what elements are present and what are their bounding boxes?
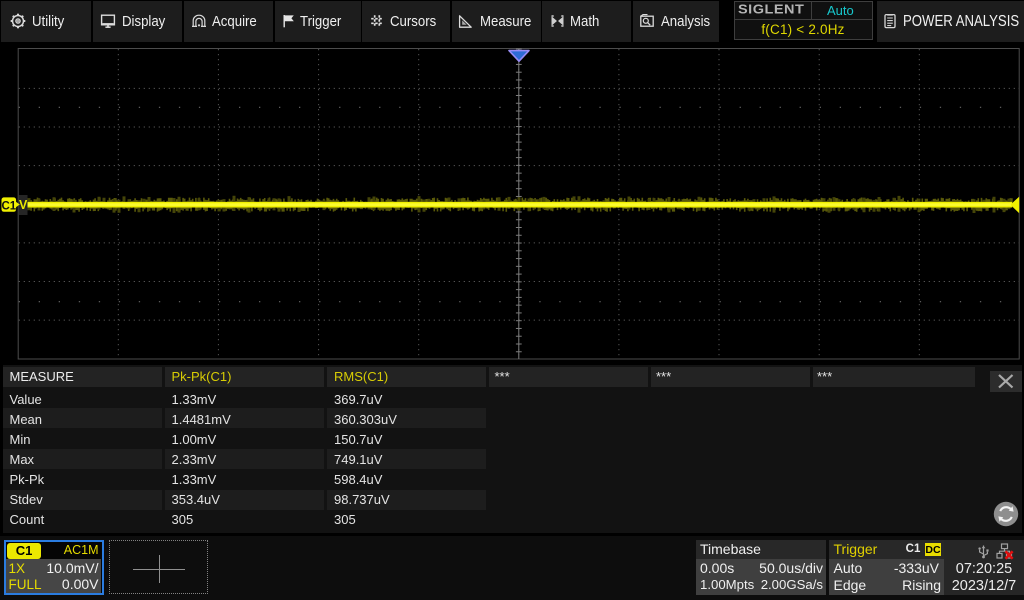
svg-text:V: V <box>19 198 28 212</box>
svg-text:C1: C1 <box>1 200 16 212</box>
